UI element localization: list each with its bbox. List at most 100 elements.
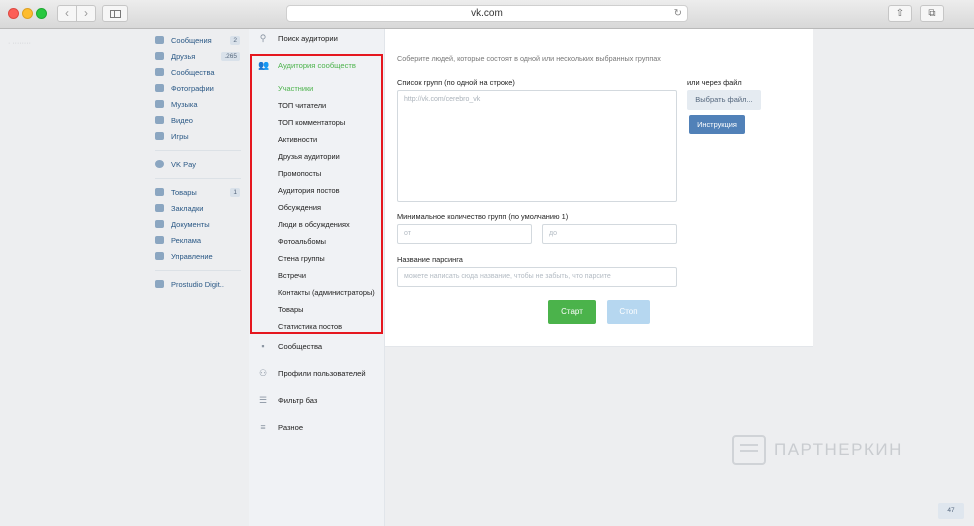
watermark-text: ПАРТНЕРКИН bbox=[774, 440, 903, 459]
nav-user-profiles[interactable]: ⚇ Профили пользователей bbox=[249, 364, 385, 382]
menu-item[interactable]: Сообщества bbox=[152, 64, 244, 80]
menu-item-label: Друзья bbox=[171, 51, 196, 61]
ads-icon bbox=[155, 236, 164, 244]
browser-toolbar: ‹ › vk.com ↻ ⇧ ⧉ bbox=[0, 0, 974, 29]
menu-item-label: Игры bbox=[171, 131, 189, 141]
menu-item[interactable]: Фотографии bbox=[152, 80, 244, 96]
menu-item[interactable]: Сообщения 2 bbox=[152, 32, 244, 48]
menu-item-label: Реклама bbox=[171, 235, 202, 245]
tabs-icon: ⧉ bbox=[928, 8, 936, 19]
games-icon bbox=[155, 132, 164, 140]
nav-label: Сообщества bbox=[278, 341, 323, 351]
message-icon bbox=[155, 36, 164, 44]
menu-item[interactable]: Друзья .265 bbox=[152, 48, 244, 64]
nav-label: Профили пользователей bbox=[278, 368, 366, 378]
group-list-label: Список групп (по одной на строке) bbox=[397, 78, 515, 87]
minimize-window-button[interactable] bbox=[22, 8, 33, 19]
community-audience-submenu: Участники ТОП читатели ТОП комментаторы Акт… bbox=[278, 80, 375, 335]
submenu-item[interactable]: Стена группы bbox=[278, 250, 375, 267]
menu-item[interactable]: Документы bbox=[152, 216, 244, 232]
submenu-item[interactable]: Участники bbox=[278, 80, 375, 97]
chevron-left-icon: ‹ bbox=[65, 6, 69, 20]
group-list-textarea[interactable]: http://vk.com/cerebro_vk bbox=[397, 90, 677, 202]
watermark-logo-icon bbox=[732, 435, 766, 465]
instruction-button[interactable]: Инструкция bbox=[689, 115, 745, 134]
submenu-item[interactable]: Контакты (администраторы) bbox=[278, 284, 375, 301]
choose-file-button[interactable]: Выбрать файл... bbox=[687, 90, 761, 110]
vk-left-menu: Сообщения 2 Друзья .265 Сообщества Фотографии… bbox=[152, 32, 244, 292]
count-badge: 2 bbox=[230, 35, 240, 45]
menu-item[interactable]: Игры bbox=[152, 128, 244, 144]
forward-button[interactable]: › bbox=[76, 5, 96, 22]
nav-communities[interactable]: ▪ Сообщества bbox=[249, 337, 385, 355]
input-placeholder: от bbox=[404, 230, 411, 237]
friends-icon bbox=[155, 52, 164, 60]
stop-button: Стоп bbox=[607, 300, 650, 324]
submenu-item[interactable]: Люди в обсуждениях bbox=[278, 216, 375, 233]
chat-icon: ▪ bbox=[261, 341, 265, 351]
menu-divider bbox=[155, 178, 241, 179]
submenu-item[interactable]: ТОП читатели bbox=[278, 97, 375, 114]
submenu-item[interactable]: Друзья аудитории bbox=[278, 148, 375, 165]
maximize-window-button[interactable] bbox=[36, 8, 47, 19]
submenu-item[interactable]: Промопосты bbox=[278, 165, 375, 182]
manage-icon bbox=[155, 252, 164, 260]
menu-item-label: Сообщества bbox=[171, 67, 215, 77]
video-icon bbox=[155, 116, 164, 124]
menu-item[interactable]: Музыка bbox=[152, 96, 244, 112]
menu-item-group[interactable]: Prostudio Digit.. bbox=[152, 276, 244, 292]
menu-item-vk-pay[interactable]: VK Pay bbox=[152, 156, 244, 172]
share-icon: ⇧ bbox=[895, 8, 905, 19]
submenu-item[interactable]: Обсуждения bbox=[278, 199, 375, 216]
share-button[interactable]: ⇧ bbox=[888, 5, 912, 22]
close-window-button[interactable] bbox=[8, 8, 19, 19]
menu-item-label: Видео bbox=[171, 115, 193, 125]
input-placeholder: до bbox=[549, 230, 557, 237]
menu-item[interactable]: Управление bbox=[152, 248, 244, 264]
submenu-item[interactable]: Фотоальбомы bbox=[278, 233, 375, 250]
menu-item-label: Документы bbox=[171, 219, 210, 229]
back-button[interactable]: ‹ bbox=[57, 5, 77, 22]
nav-search-audience[interactable]: ⚲ Поиск аудитории bbox=[249, 29, 385, 47]
menu-item-label: Управление bbox=[171, 251, 213, 261]
count-badge: .265 bbox=[221, 51, 240, 61]
file-label: или через файл bbox=[687, 78, 742, 87]
photos-icon bbox=[155, 84, 164, 92]
nav-database-filter[interactable]: ☰ Фильтр баз bbox=[249, 391, 385, 409]
filter-icon: ☰ bbox=[258, 394, 268, 405]
menu-item[interactable]: Товары 1 bbox=[152, 184, 244, 200]
parsing-name-input[interactable]: можете написать сюда название, чтобы не … bbox=[397, 267, 677, 287]
min-from-input[interactable]: от bbox=[397, 224, 532, 244]
communities-icon bbox=[155, 68, 164, 76]
sidebar-toggle-button[interactable] bbox=[102, 5, 128, 22]
nav-label: Поиск аудитории bbox=[278, 33, 338, 43]
goods-icon bbox=[155, 188, 164, 196]
start-button[interactable]: Старт bbox=[548, 300, 596, 324]
vk-pay-icon bbox=[155, 160, 164, 168]
documents-icon bbox=[155, 220, 164, 228]
counter-badge[interactable]: 47 bbox=[938, 503, 964, 519]
url-text: vk.com bbox=[471, 8, 503, 19]
menu-item[interactable]: Реклама bbox=[152, 232, 244, 248]
input-placeholder: можете написать сюда название, чтобы не … bbox=[404, 273, 611, 280]
submenu-item[interactable]: Статистика постов bbox=[278, 318, 375, 335]
profile-search-icon: ⚇ bbox=[258, 367, 268, 378]
submenu-item[interactable]: Встречи bbox=[278, 267, 375, 284]
min-to-input[interactable]: до bbox=[542, 224, 677, 244]
nav-misc[interactable]: ≡ Разное bbox=[249, 418, 385, 436]
address-bar[interactable]: vk.com ↻ bbox=[286, 5, 688, 22]
menu-item[interactable]: Закладки bbox=[152, 200, 244, 216]
watermark: ПАРТНЕРКИН bbox=[732, 435, 903, 465]
search-icon: ⚲ bbox=[259, 32, 267, 43]
menu-item-label: Закладки bbox=[171, 203, 204, 213]
submenu-item[interactable]: Аудитория постов bbox=[278, 182, 375, 199]
reload-icon[interactable]: ↻ bbox=[674, 6, 682, 21]
menu-item-label: Фотографии bbox=[171, 83, 214, 93]
menu-item-label: Prostudio Digit.. bbox=[171, 279, 224, 289]
tabs-overview-button[interactable]: ⧉ bbox=[920, 5, 944, 22]
submenu-item[interactable]: Активности bbox=[278, 131, 375, 148]
menu-item[interactable]: Видео bbox=[152, 112, 244, 128]
list-icon: ≡ bbox=[260, 422, 266, 432]
submenu-item[interactable]: ТОП комментаторы bbox=[278, 114, 375, 131]
submenu-item[interactable]: Товары bbox=[278, 301, 375, 318]
